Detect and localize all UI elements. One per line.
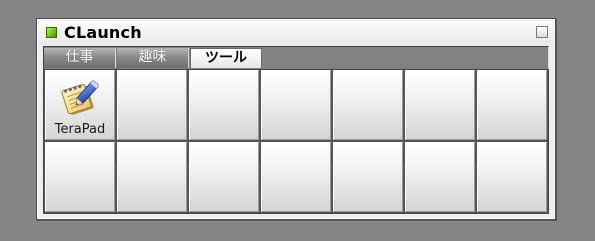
launcher-grid: TeraPad [43, 69, 549, 214]
tab-tools[interactable]: ツール [190, 48, 262, 68]
launcher-slot-empty[interactable] [333, 70, 403, 140]
launcher-item-label: TeraPad [54, 122, 106, 137]
title-bar[interactable]: CLaunch [39, 21, 553, 45]
notepad-pen-icon [61, 80, 100, 115]
tab-bar: 仕事 趣味 ツール [43, 46, 549, 69]
launcher-slot-empty[interactable] [261, 70, 331, 140]
launcher-slot-empty[interactable] [405, 70, 475, 140]
launcher-slot-empty[interactable] [333, 142, 403, 212]
launcher-slot-empty[interactable] [117, 70, 187, 140]
claunch-window: CLaunch 仕事 趣味 ツール TeraPad [36, 18, 556, 220]
launcher-slot-empty[interactable] [261, 142, 331, 212]
launcher-slot-empty[interactable] [477, 70, 547, 140]
launcher-slot-empty[interactable] [405, 142, 475, 212]
tab-hobby[interactable]: 趣味 [117, 48, 189, 68]
launcher-slot-empty[interactable] [189, 70, 259, 140]
launcher-item-terapad[interactable]: TeraPad [45, 70, 115, 140]
maximize-button[interactable] [536, 26, 548, 38]
launcher-slot-empty[interactable] [45, 142, 115, 212]
launcher-slot-empty[interactable] [117, 142, 187, 212]
tab-work[interactable]: 仕事 [44, 48, 116, 68]
launcher-slot-empty[interactable] [189, 142, 259, 212]
app-icon [46, 27, 57, 38]
window-title: CLaunch [64, 23, 142, 42]
launcher-slot-empty[interactable] [477, 142, 547, 212]
